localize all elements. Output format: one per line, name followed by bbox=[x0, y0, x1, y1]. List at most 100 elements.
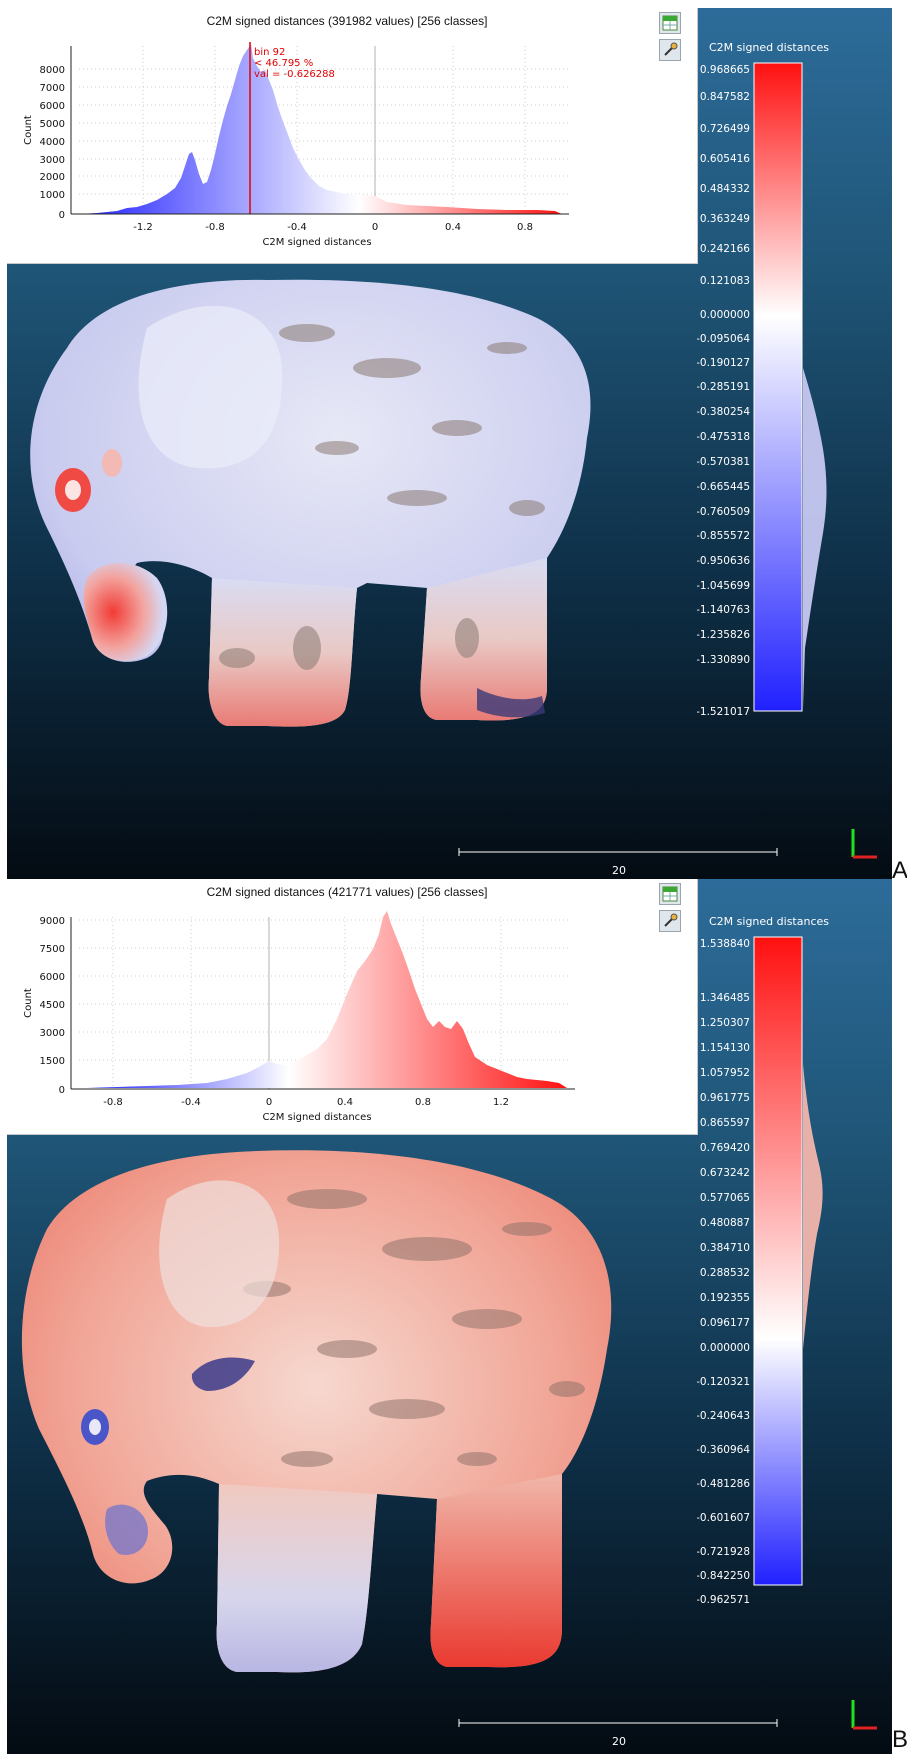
x-tick: -0.8 bbox=[103, 1097, 123, 1108]
histogram-panel: C2M signed distances (421771 values) [25… bbox=[7, 879, 698, 1135]
color-scale-tick: -0.240643 bbox=[697, 1410, 750, 1422]
color-scale-tick: -0.570381 bbox=[697, 456, 750, 468]
color-scale-title: C2M signed distances bbox=[709, 41, 829, 54]
histogram-chart: C2M signed distances (391982 values) [25… bbox=[23, 14, 569, 248]
y-tick: 3000 bbox=[40, 155, 65, 166]
y-tick: 9000 bbox=[40, 916, 65, 927]
scale-bar-label: 20 bbox=[612, 1735, 626, 1748]
axis-trihedron-icon bbox=[851, 1700, 877, 1730]
color-scale-tick: -0.665445 bbox=[697, 481, 750, 493]
color-scale-max: 1.538840 bbox=[700, 938, 750, 950]
color-scale-tick: 0.961775 bbox=[700, 1092, 750, 1104]
color-scale-tick: -0.760509 bbox=[697, 506, 750, 518]
color-scale-tick: -0.120321 bbox=[697, 1376, 750, 1388]
histogram-title: C2M signed distances (421771 values) [25… bbox=[207, 885, 488, 899]
x-axis-label: C2M signed distances bbox=[262, 237, 371, 248]
x-tick: 0.4 bbox=[445, 222, 461, 233]
color-scale-tick: -0.601607 bbox=[697, 1512, 750, 1524]
y-tick: 7000 bbox=[40, 83, 65, 94]
color-scale-tick: 0.847582 bbox=[700, 91, 750, 103]
color-scale-tick: -0.721928 bbox=[697, 1546, 750, 1558]
color-scale-tick: 0.096177 bbox=[700, 1317, 750, 1329]
elephant-model bbox=[21, 1150, 612, 1673]
color-scale-tick: 0.673242 bbox=[700, 1167, 750, 1179]
y-axis-label: Count bbox=[23, 988, 34, 1018]
y-tick: 1500 bbox=[40, 1056, 65, 1067]
y-tick: 0 bbox=[59, 1085, 65, 1096]
histogram-bars bbox=[87, 911, 567, 1088]
color-scale-tick: 0.242166 bbox=[700, 243, 750, 255]
histogram-panel: C2M signed distances (391982 values) [25… bbox=[7, 8, 698, 264]
y-tick: 0 bbox=[59, 210, 65, 221]
color-scale-tick: 0.769420 bbox=[700, 1142, 750, 1154]
x-tick: 0 bbox=[266, 1097, 272, 1108]
color-scale-tick: 0.480887 bbox=[700, 1217, 750, 1229]
elephant-model bbox=[30, 279, 591, 727]
color-scale-tick: -1.045699 bbox=[697, 580, 750, 592]
scale-bar: 20 bbox=[458, 848, 778, 877]
bin-annotation-line2: < 46.795 % bbox=[254, 58, 313, 69]
csv-export-button[interactable] bbox=[659, 883, 681, 905]
axis-trihedron-icon bbox=[851, 829, 877, 859]
color-scale-tick: -1.330890 bbox=[697, 654, 750, 666]
color-scale-bar bbox=[753, 62, 803, 712]
y-tick: 6000 bbox=[40, 101, 65, 112]
bin-annotation-line1: bin 92 bbox=[254, 47, 285, 58]
color-scale-tick: 0.726499 bbox=[700, 123, 750, 135]
histogram-title: C2M signed distances (391982 values) [25… bbox=[207, 14, 488, 28]
color-scale-tick: -0.481286 bbox=[697, 1478, 750, 1490]
color-scale-tick: 1.346485 bbox=[700, 992, 750, 1004]
color-scale-tick: 0.363249 bbox=[700, 213, 750, 225]
panel-label-a: A bbox=[892, 857, 907, 884]
color-scale: C2M signed distances 0.968665 0.847582 0… bbox=[697, 8, 892, 808]
color-scale-tick: 0.865597 bbox=[700, 1117, 750, 1129]
color-scale-min: -0.962571 bbox=[697, 1594, 750, 1606]
x-tick: -1.2 bbox=[133, 222, 153, 233]
x-axis-label: C2M signed distances bbox=[262, 1112, 371, 1123]
color-scale-tick: -0.380254 bbox=[697, 406, 750, 418]
color-scale-title: C2M signed distances bbox=[709, 915, 829, 928]
color-scale-tick: -1.140763 bbox=[697, 604, 750, 616]
color-scale-tick: -0.095064 bbox=[697, 333, 750, 345]
x-tick: 0.8 bbox=[415, 1097, 431, 1108]
csv-export-button[interactable] bbox=[659, 12, 681, 34]
y-tick: 7500 bbox=[40, 944, 65, 955]
color-scale-tick: -0.285191 bbox=[697, 381, 750, 393]
color-scale-tick: -0.950636 bbox=[697, 555, 750, 567]
color-scale-tick: 0.484332 bbox=[700, 183, 750, 195]
color-scale-tick: -0.190127 bbox=[697, 357, 750, 369]
color-scale-tick: -1.235826 bbox=[697, 629, 750, 641]
y-tick: 4000 bbox=[40, 137, 65, 148]
y-tick: 5000 bbox=[40, 119, 65, 130]
scale-bar: 20 bbox=[458, 1719, 778, 1748]
x-tick: 0 bbox=[372, 222, 378, 233]
color-scale-tick: -0.855572 bbox=[697, 530, 750, 542]
color-scale-tick: 0.000000 bbox=[700, 309, 750, 321]
color-scale-tick: -0.842250 bbox=[697, 1570, 750, 1582]
settings-button[interactable] bbox=[659, 910, 681, 932]
color-scale-tick: 0.384710 bbox=[700, 1242, 750, 1254]
color-scale-tick: 1.057952 bbox=[700, 1067, 750, 1079]
color-scale-tick: 0.605416 bbox=[700, 153, 750, 165]
color-scale-bar bbox=[753, 936, 803, 1586]
y-tick: 3000 bbox=[40, 1028, 65, 1039]
y-tick: 8000 bbox=[40, 65, 65, 76]
settings-icon bbox=[664, 42, 678, 56]
color-scale-tick: -0.475318 bbox=[697, 431, 750, 443]
color-scale-tick: 1.154130 bbox=[700, 1042, 750, 1054]
color-scale-tick: 0.192355 bbox=[700, 1292, 750, 1304]
settings-icon bbox=[664, 913, 678, 927]
csv-export-icon bbox=[662, 886, 678, 902]
y-tick: 4500 bbox=[40, 1000, 65, 1011]
settings-button[interactable] bbox=[659, 39, 681, 61]
histogram-chart: C2M signed distances (421771 values) [25… bbox=[23, 885, 575, 1123]
y-tick: 2000 bbox=[40, 172, 65, 183]
color-scale-max: 0.968665 bbox=[700, 64, 750, 76]
color-scale-tick: 0.000000 bbox=[700, 1342, 750, 1354]
x-tick: 1.2 bbox=[493, 1097, 509, 1108]
color-scale-tick: 0.288532 bbox=[700, 1267, 750, 1279]
x-tick: 0.8 bbox=[517, 222, 533, 233]
color-scale-histogram bbox=[803, 1064, 823, 1349]
color-scale: C2M signed distances 1.538840 1.346485 1… bbox=[697, 879, 892, 1679]
color-scale-tick: -0.360964 bbox=[697, 1444, 750, 1456]
